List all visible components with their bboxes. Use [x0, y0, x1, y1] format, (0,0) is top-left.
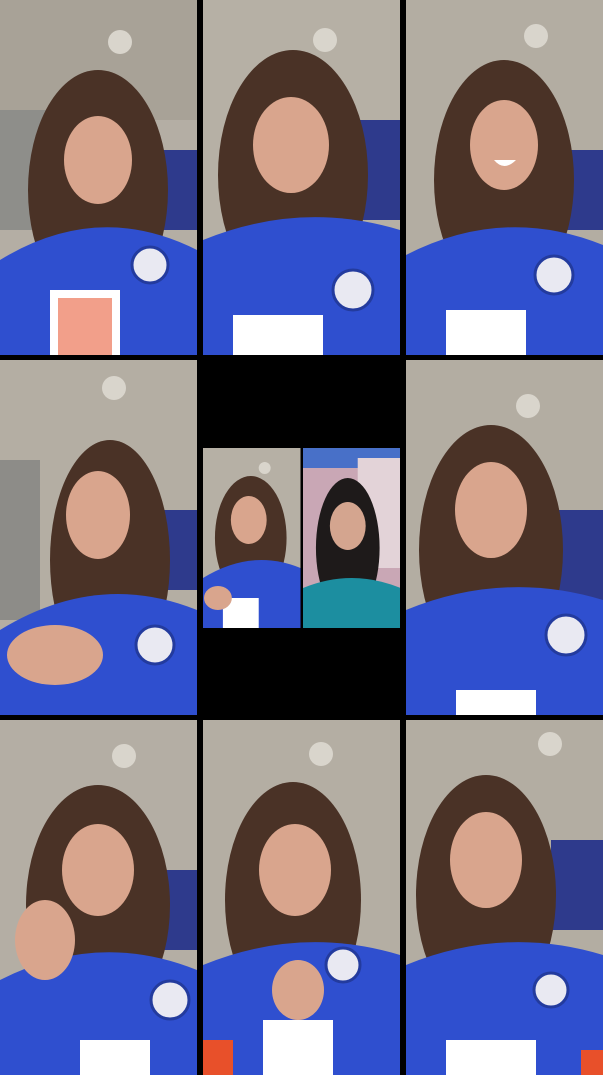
- frame-1: [0, 0, 197, 355]
- portrait-photo: [203, 448, 301, 628]
- portrait-photo: [0, 720, 197, 1075]
- frame-3: [406, 0, 603, 355]
- portrait-photo: [203, 720, 400, 1075]
- portrait-photo: [406, 0, 603, 355]
- portrait-photo: [0, 0, 197, 355]
- duet-left: [203, 448, 301, 628]
- ceiling-light-icon: [313, 28, 337, 52]
- portrait-photo: [203, 0, 400, 355]
- frame-4: [0, 360, 197, 715]
- ceiling-light-icon: [524, 24, 548, 48]
- ceiling-light-icon: [538, 732, 562, 756]
- ceiling-light-icon: [309, 742, 333, 766]
- ceiling-light-icon: [112, 744, 136, 768]
- duet-right: [302, 448, 400, 628]
- frame-9: [406, 720, 603, 1075]
- portrait-photo: [0, 360, 197, 715]
- frame-6: [406, 360, 603, 715]
- portrait-photo: [406, 720, 603, 1075]
- portrait-photo: [406, 360, 603, 715]
- ceiling-light-icon: [108, 30, 132, 54]
- video-frame-grid: [0, 0, 603, 1075]
- ceiling-light-icon: [516, 394, 540, 418]
- frame-7: [0, 720, 197, 1075]
- ceiling-light-icon: [102, 376, 126, 400]
- frame-5-split: [203, 360, 400, 715]
- portrait-photo: [302, 448, 400, 628]
- duet-split-view: [203, 448, 400, 628]
- frame-8: [203, 720, 400, 1075]
- frame-2: [203, 0, 400, 355]
